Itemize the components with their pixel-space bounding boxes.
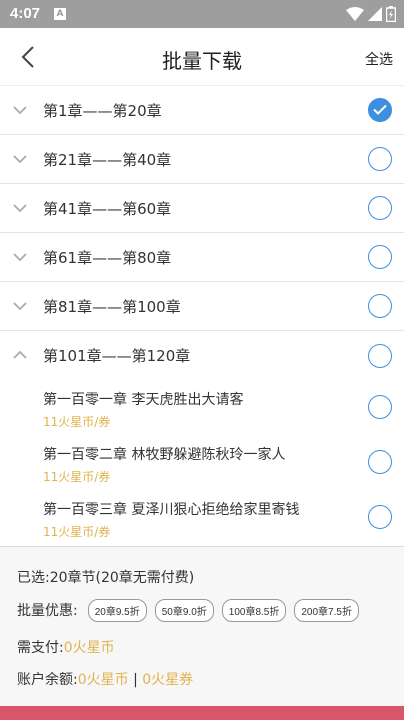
chapter-title: 第一百零一章 李天虎胜出大请客 <box>43 392 244 408</box>
purchase-summary: 已选:20章节(20章无需付费) 批量优惠: 20章9.5折 50章9.0折 1… <box>0 546 404 706</box>
pay-value: 0火星币 <box>63 640 115 656</box>
chapter-list: 第1章——第20章 第21章——第40章 第41章——第60章 第61章——第8… <box>0 86 404 545</box>
chapter-checkbox[interactable] <box>368 505 392 529</box>
balance-coins: 0火星币 <box>77 672 129 688</box>
balance-label: 账户余额: <box>17 672 78 688</box>
chevron-down-icon <box>13 155 27 164</box>
battery-icon <box>386 6 396 22</box>
chevron-up-icon <box>13 350 27 359</box>
chapter-group-label: 第1章——第20章 <box>43 101 162 120</box>
chapter-item[interactable]: 第一百零三章 夏泽川狠心拒绝给家里寄钱 11火星币/券 <box>0 490 404 545</box>
chevron-down-icon <box>13 204 27 213</box>
chapter-group-row[interactable]: 第101章——第120章 <box>0 331 404 380</box>
page-title: 批量下载 <box>162 49 242 73</box>
chapter-title: 第一百零三章 夏泽川狠心拒绝给家里寄钱 <box>43 502 300 518</box>
discount-chip[interactable]: 200章7.5折 <box>294 598 359 622</box>
chapter-item[interactable]: 第一百零一章 李天虎胜出大请客 11火星币/券 <box>0 380 404 435</box>
chapter-title: 第一百零二章 林牧野躲避陈秋玲一家人 <box>43 447 286 463</box>
chapter-group-label: 第101章——第120章 <box>43 347 191 365</box>
balance-line: 账户余额:0火星币 | 0火星券 <box>17 669 193 689</box>
chevron-down-icon <box>13 106 27 115</box>
signal-icon <box>368 7 382 21</box>
header: 批量下载 全选 <box>0 28 404 86</box>
selected-info: 已选:20章节(20章无需付费) <box>17 570 195 586</box>
chevron-down-icon <box>13 253 27 262</box>
balance-separator: | <box>133 672 138 688</box>
select-all-button[interactable]: 全选 <box>365 49 393 69</box>
group-checkbox[interactable] <box>368 147 392 171</box>
chapter-group-label: 第61章——第80章 <box>43 248 172 267</box>
group-checkbox[interactable] <box>368 294 392 318</box>
group-checkbox[interactable] <box>368 98 392 122</box>
discount-line: 批量优惠: 20章9.5折 50章9.0折 100章8.5折 200章7.5折 <box>17 598 367 622</box>
chapter-group-row[interactable]: 第41章——第60章 <box>0 184 404 233</box>
download-button[interactable] <box>0 706 404 720</box>
discount-chip[interactable]: 50章9.0折 <box>154 598 214 622</box>
discount-chip[interactable]: 100章8.5折 <box>221 598 287 622</box>
status-icons <box>346 5 396 23</box>
wifi-icon <box>346 7 364 21</box>
status-bar: 4:07 A <box>0 0 404 28</box>
chapter-group-label: 第41章——第60章 <box>43 199 172 218</box>
check-icon <box>373 104 387 115</box>
chapter-checkbox[interactable] <box>368 450 392 474</box>
chapter-group-label: 第81章——第100章 <box>43 297 181 316</box>
group-checkbox[interactable] <box>368 343 392 368</box>
chapter-group-label: 第21章——第40章 <box>43 150 172 169</box>
chapter-group-row[interactable]: 第1章——第20章 <box>0 86 404 135</box>
pay-line: 需支付:0火星币 <box>17 637 115 657</box>
chapter-checkbox[interactable] <box>368 395 392 419</box>
chapter-group-row[interactable]: 第61章——第80章 <box>0 233 404 282</box>
discount-chip[interactable]: 20章9.5折 <box>87 598 147 622</box>
status-time: 4:07 <box>10 5 41 22</box>
chapter-price: 11火星币/券 <box>43 525 111 539</box>
group-checkbox[interactable] <box>368 196 392 220</box>
pay-label: 需支付: <box>17 640 64 656</box>
chapter-group-row[interactable]: 第81章——第100章 <box>0 282 404 331</box>
discount-label: 批量优惠: <box>17 603 78 619</box>
chapter-price: 11火星币/券 <box>43 470 111 484</box>
notification-icon: A <box>54 8 66 20</box>
chapter-item[interactable]: 第一百零二章 林牧野躲避陈秋玲一家人 11火星币/券 <box>0 435 404 490</box>
group-checkbox[interactable] <box>368 245 392 269</box>
chevron-down-icon <box>13 302 27 311</box>
chapter-group-row[interactable]: 第21章——第40章 <box>0 135 404 184</box>
balance-coupons: 0火星券 <box>142 672 194 688</box>
chapter-price: 11火星币/券 <box>43 415 111 429</box>
